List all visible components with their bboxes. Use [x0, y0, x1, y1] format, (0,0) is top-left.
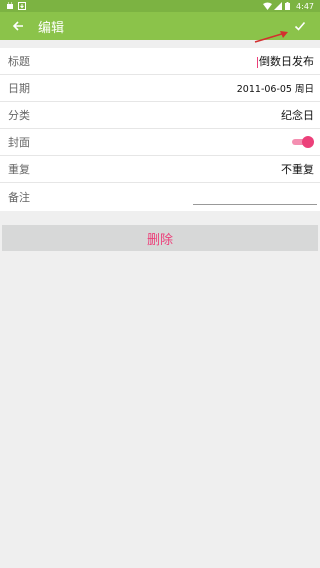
status-time: 4:47: [296, 1, 314, 11]
note-input[interactable]: [193, 202, 317, 205]
save-button[interactable]: [286, 12, 314, 40]
back-button[interactable]: [4, 12, 32, 40]
note-label: 备注: [8, 191, 30, 204]
cover-row: 封面: [0, 129, 320, 156]
repeat-row[interactable]: 重复 不重复: [0, 156, 320, 183]
title-field[interactable]: 倒数日发布: [257, 53, 314, 69]
cover-toggle[interactable]: [292, 136, 314, 148]
android-icon: [6, 2, 14, 10]
wifi-icon: [263, 2, 273, 10]
text-cursor: [257, 56, 258, 68]
category-value: 纪念日: [281, 109, 314, 122]
page-title: 编辑: [38, 20, 65, 36]
check-icon: [294, 21, 306, 31]
repeat-value: 不重复: [281, 163, 314, 176]
date-row[interactable]: 日期 2011-06-05 周日: [0, 75, 320, 102]
battery-icon: [285, 2, 293, 10]
category-row[interactable]: 分类 纪念日: [0, 102, 320, 129]
title-row[interactable]: 标题 倒数日发布: [0, 48, 320, 75]
status-bar: 4:47: [0, 0, 320, 12]
category-label: 分类: [8, 109, 30, 122]
date-value: 2011-06-05 周日: [236, 84, 314, 95]
repeat-label: 重复: [8, 163, 30, 176]
date-label: 日期: [8, 82, 30, 95]
cover-label: 封面: [8, 136, 30, 149]
toolbar: 编辑: [0, 12, 320, 43]
annotation-arrow-icon: [254, 31, 288, 43]
edit-form: 标题 倒数日发布 日期 2011-06-05 周日 分类 纪念日 封面 重复 不…: [0, 48, 320, 211]
title-value: 倒数日发布: [259, 55, 314, 68]
delete-button[interactable]: 删除: [2, 225, 318, 251]
note-row: 备注: [0, 183, 320, 211]
download-icon: [18, 2, 26, 10]
signal-icon: [274, 2, 283, 10]
arrow-left-icon: [12, 21, 23, 31]
toggle-thumb: [302, 136, 314, 148]
title-label: 标题: [8, 55, 30, 68]
